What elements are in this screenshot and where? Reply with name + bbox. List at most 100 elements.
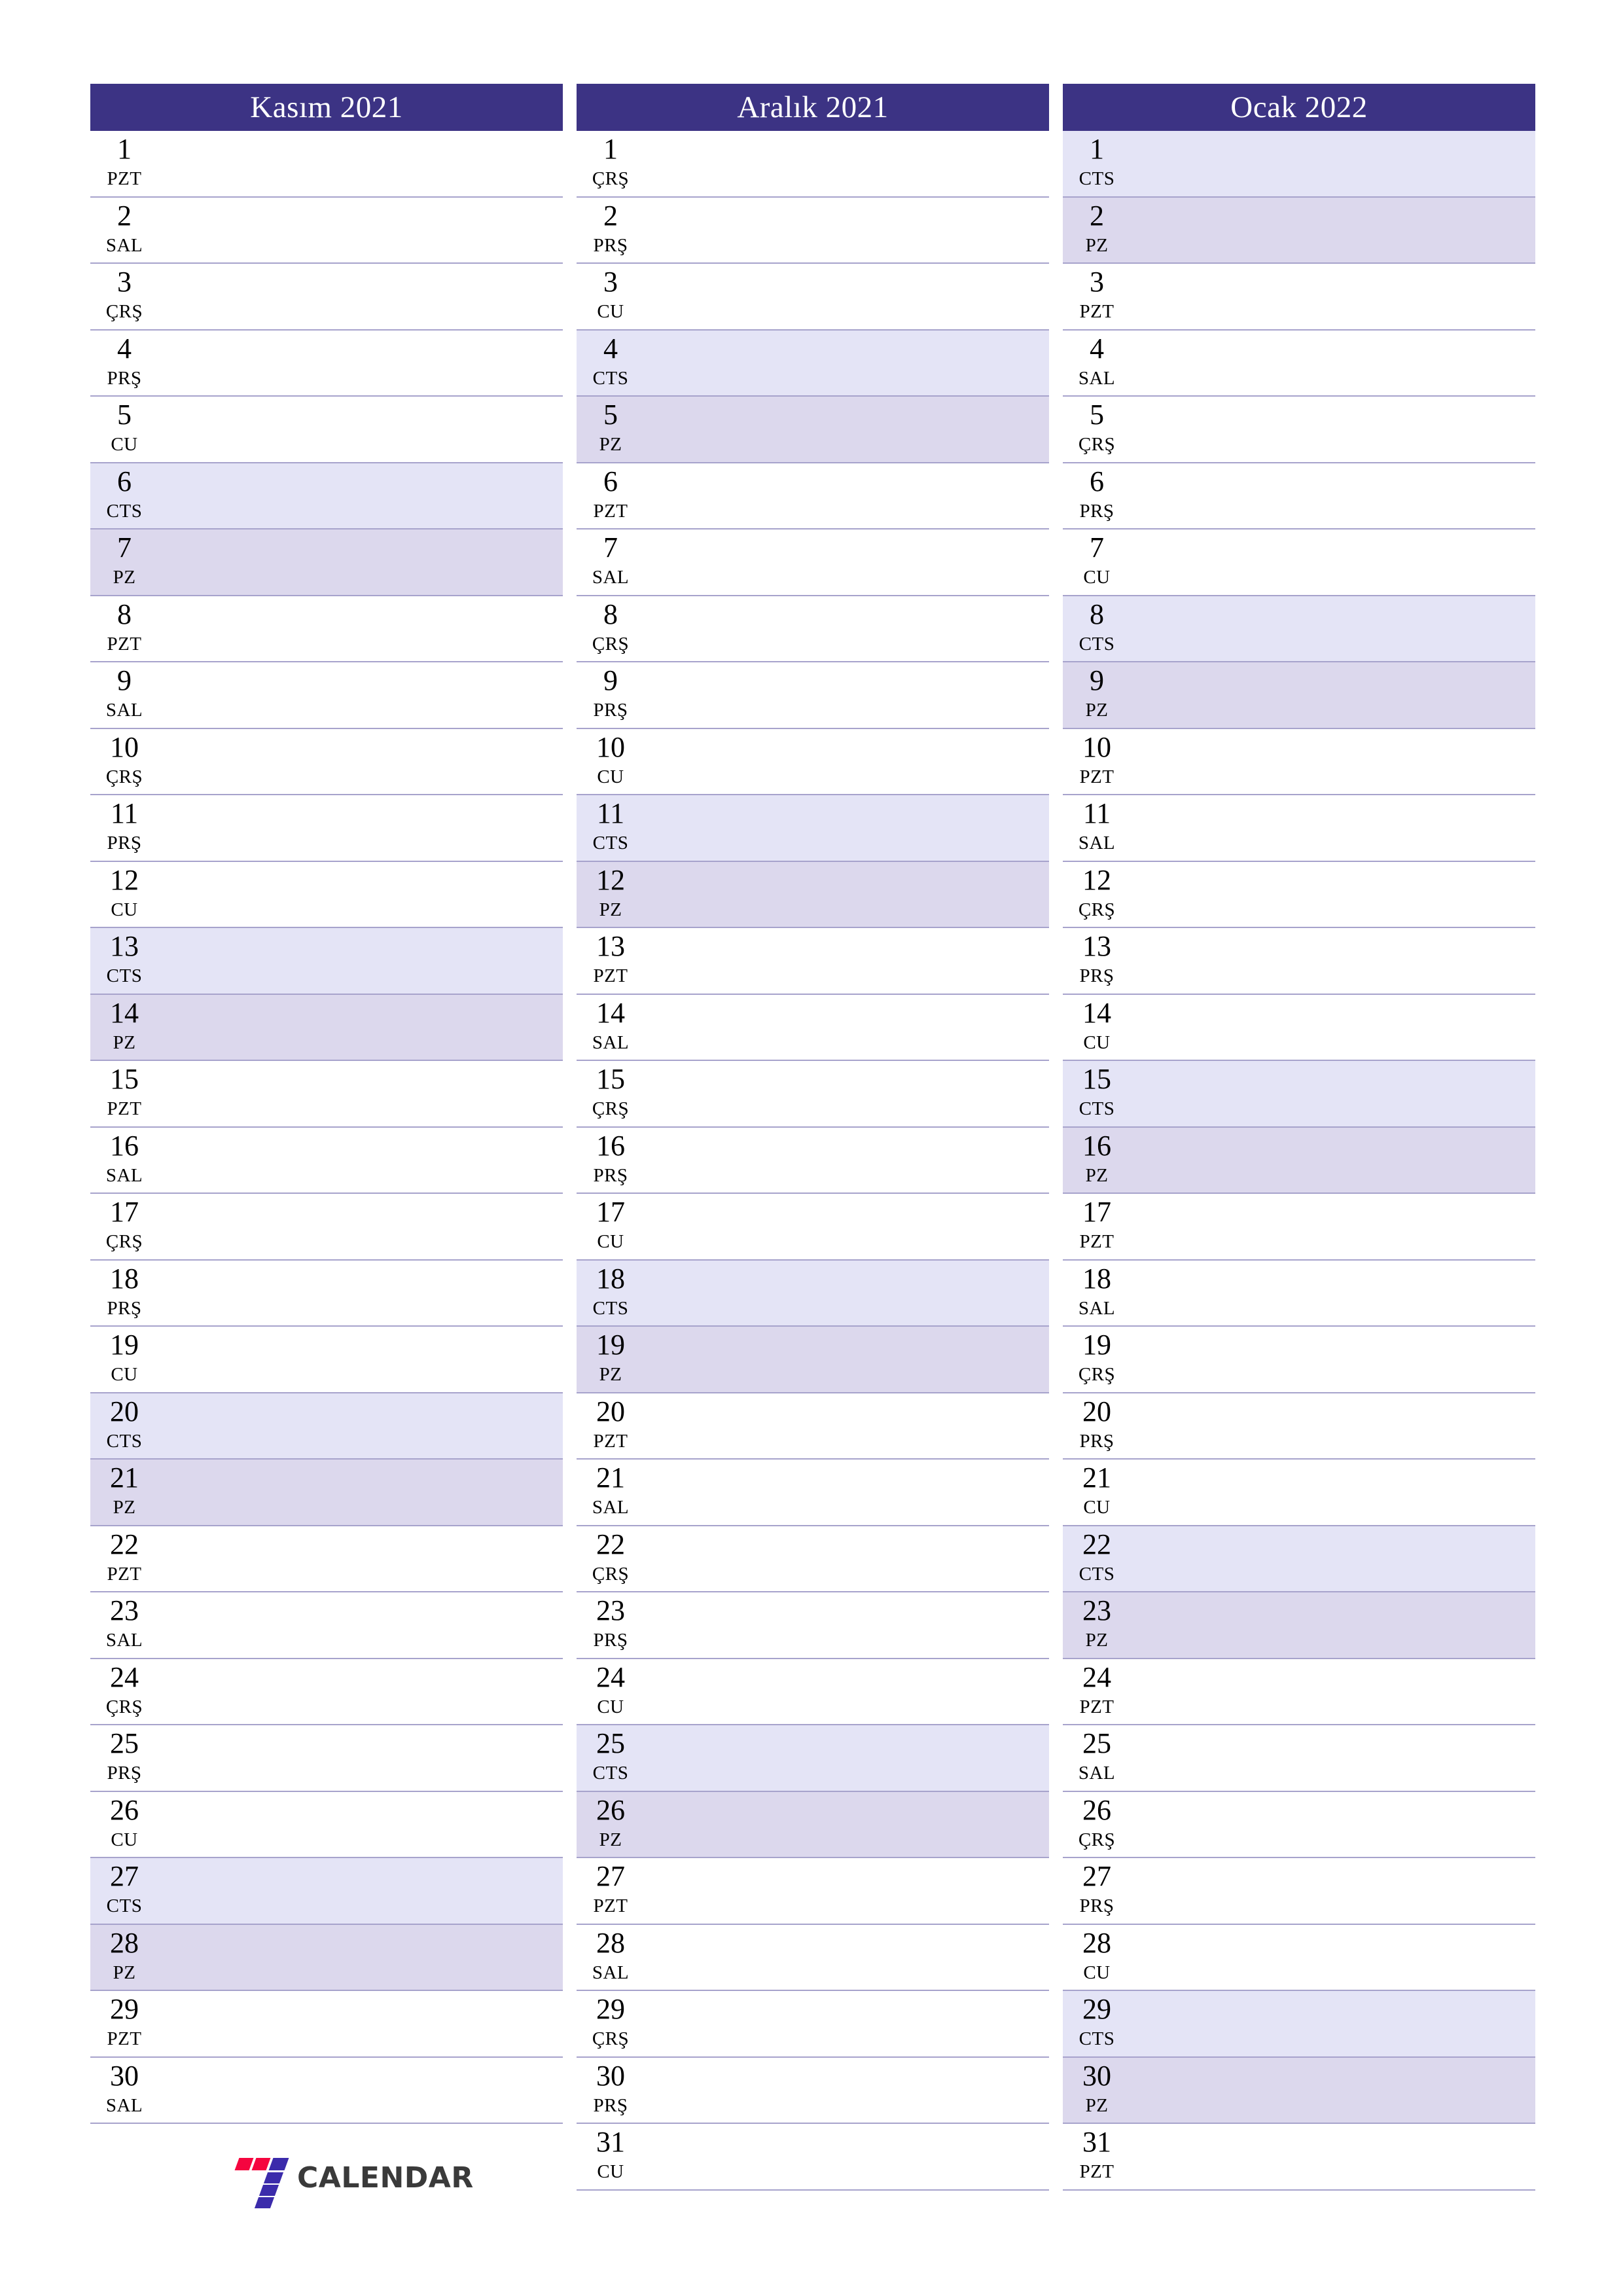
day-row[interactable]: 13 CTS (90, 928, 563, 995)
day-row[interactable]: 6 CTS (90, 463, 563, 529)
day-row[interactable]: 5 CU (90, 397, 563, 463)
day-row[interactable]: 20 PRŞ (1063, 1393, 1535, 1460)
day-row[interactable]: 2 SAL (90, 197, 563, 264)
day-row[interactable]: 26 PZ (577, 1791, 1049, 1858)
day-row[interactable]: 23 PRŞ (577, 1592, 1049, 1659)
day-row[interactable]: 28 SAL (577, 1924, 1049, 1991)
day-row[interactable]: 30 SAL (90, 2057, 563, 2124)
day-row[interactable]: 16 PRŞ (577, 1127, 1049, 1194)
day-row[interactable]: 13 PRŞ (1063, 928, 1535, 995)
day-row[interactable]: 14 CU (1063, 994, 1535, 1061)
day-row[interactable]: 29 CTS (1063, 1991, 1535, 2058)
day-row[interactable]: 29 PZT (90, 1991, 563, 2058)
day-row[interactable]: 3 CU (577, 264, 1049, 331)
day-row[interactable]: 11 CTS (577, 795, 1049, 862)
day-number: 10 (110, 730, 139, 763)
day-row[interactable]: 17 PZT (1063, 1194, 1535, 1261)
day-weekday-abbr: PRŞ (1079, 1895, 1115, 1916)
day-row[interactable]: 31 PZT (1063, 2124, 1535, 2191)
day-row[interactable]: 1 CTS (1063, 131, 1535, 198)
day-row[interactable]: 8 PZT (90, 596, 563, 662)
day-row[interactable]: 18 PRŞ (90, 1260, 563, 1327)
day-row[interactable]: 5 ÇRŞ (1063, 397, 1535, 463)
day-row[interactable]: 19 CU (90, 1327, 563, 1393)
day-row[interactable]: 21 SAL (577, 1460, 1049, 1526)
day-row[interactable]: 17 CU (577, 1194, 1049, 1261)
day-row[interactable]: 9 PRŞ (577, 662, 1049, 729)
day-row[interactable]: 7 SAL (577, 529, 1049, 596)
day-row[interactable]: 10 PZT (1063, 728, 1535, 795)
day-row[interactable]: 21 PZ (90, 1460, 563, 1526)
day-row[interactable]: 3 PZT (1063, 264, 1535, 331)
day-row[interactable]: 8 CTS (1063, 596, 1535, 662)
day-weekday-abbr: PZT (107, 1098, 142, 1119)
day-row[interactable]: 6 PZT (577, 463, 1049, 529)
day-row[interactable]: 24 PZT (1063, 1659, 1535, 1725)
day-row[interactable]: 13 PZT (577, 928, 1049, 995)
day-row[interactable]: 24 ÇRŞ (90, 1659, 563, 1725)
day-row[interactable]: 15 PZT (90, 1061, 563, 1128)
day-row[interactable]: 17 ÇRŞ (90, 1194, 563, 1261)
day-row[interactable]: 27 PRŞ (1063, 1858, 1535, 1925)
day-row[interactable]: 11 SAL (1063, 795, 1535, 862)
day-row[interactable]: 26 CU (90, 1791, 563, 1858)
day-row[interactable]: 24 CU (577, 1659, 1049, 1725)
day-row[interactable]: 5 PZ (577, 397, 1049, 463)
day-row[interactable]: 19 ÇRŞ (1063, 1327, 1535, 1393)
day-weekday-abbr: SAL (105, 234, 143, 256)
day-row[interactable]: 1 ÇRŞ (577, 131, 1049, 198)
day-row[interactable]: 22 PZT (90, 1526, 563, 1592)
day-weekday-abbr: PRŞ (107, 1297, 142, 1319)
day-row[interactable]: 18 SAL (1063, 1260, 1535, 1327)
day-row[interactable]: 4 PRŞ (90, 330, 563, 397)
day-row[interactable]: 11 PRŞ (90, 795, 563, 862)
day-row[interactable]: 7 CU (1063, 529, 1535, 596)
day-row[interactable]: 12 ÇRŞ (1063, 861, 1535, 928)
day-row[interactable]: 22 CTS (1063, 1526, 1535, 1592)
day-row[interactable]: 14 SAL (577, 994, 1049, 1061)
day-row[interactable]: 15 CTS (1063, 1061, 1535, 1128)
day-row[interactable]: 23 SAL (90, 1592, 563, 1659)
day-row[interactable]: 9 PZ (1063, 662, 1535, 729)
day-row[interactable]: 27 CTS (90, 1858, 563, 1925)
day-number: 3 (117, 266, 132, 298)
day-row[interactable]: 12 CU (90, 861, 563, 928)
day-row[interactable]: 12 PZ (577, 861, 1049, 928)
day-row[interactable]: 16 PZ (1063, 1127, 1535, 1194)
day-row[interactable]: 1 PZT (90, 131, 563, 198)
day-row[interactable]: 26 ÇRŞ (1063, 1791, 1535, 1858)
day-row[interactable]: 20 PZT (577, 1393, 1049, 1460)
day-row[interactable]: 25 SAL (1063, 1725, 1535, 1792)
day-row[interactable]: 21 CU (1063, 1460, 1535, 1526)
day-row[interactable]: 8 ÇRŞ (577, 596, 1049, 662)
day-row[interactable]: 18 CTS (577, 1260, 1049, 1327)
day-row[interactable]: 3 ÇRŞ (90, 264, 563, 331)
day-row[interactable]: 15 ÇRŞ (577, 1061, 1049, 1128)
day-row[interactable]: 4 SAL (1063, 330, 1535, 397)
day-row[interactable]: 22 ÇRŞ (577, 1526, 1049, 1592)
day-row[interactable]: 27 PZT (577, 1858, 1049, 1925)
day-row[interactable]: 2 PRŞ (577, 197, 1049, 264)
day-row[interactable]: 29 ÇRŞ (577, 1991, 1049, 2058)
day-row[interactable]: 25 PRŞ (90, 1725, 563, 1792)
day-row[interactable]: 31 CU (577, 2124, 1049, 2191)
day-row[interactable]: 30 PZ (1063, 2057, 1535, 2124)
day-row[interactable]: 23 PZ (1063, 1592, 1535, 1659)
day-row[interactable]: 20 CTS (90, 1393, 563, 1460)
day-row[interactable]: 14 PZ (90, 994, 563, 1061)
day-row[interactable]: 10 ÇRŞ (90, 728, 563, 795)
day-row[interactable]: 9 SAL (90, 662, 563, 729)
day-weekday-abbr: PZT (593, 1895, 628, 1916)
day-row[interactable]: 6 PRŞ (1063, 463, 1535, 529)
day-row[interactable]: 7 PZ (90, 529, 563, 596)
day-row[interactable]: 28 PZ (90, 1924, 563, 1991)
day-row[interactable]: 4 CTS (577, 330, 1049, 397)
day-row[interactable]: 19 PZ (577, 1327, 1049, 1393)
day-row[interactable]: 10 CU (577, 728, 1049, 795)
day-row[interactable]: 30 PRŞ (577, 2057, 1049, 2124)
day-row[interactable]: 28 CU (1063, 1924, 1535, 1991)
day-row[interactable]: 25 CTS (577, 1725, 1049, 1792)
day-row[interactable]: 16 SAL (90, 1127, 563, 1194)
day-weekday-abbr: CTS (1079, 633, 1115, 655)
day-row[interactable]: 2 PZ (1063, 197, 1535, 264)
